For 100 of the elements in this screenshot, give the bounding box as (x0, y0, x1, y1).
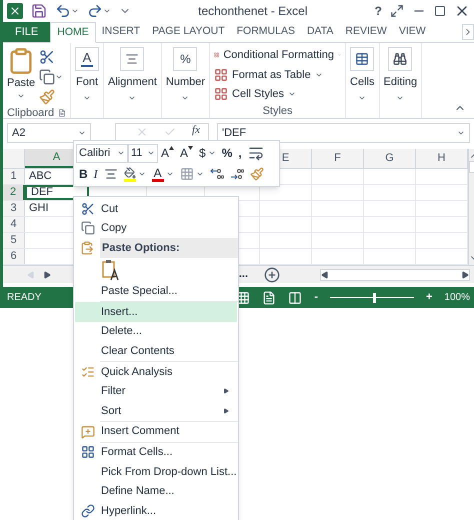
dialog-launcher-icon[interactable] (58, 108, 66, 118)
cancel-icon (136, 126, 148, 138)
menu-item[interactable]: Insert Comment (75, 422, 237, 442)
table-style-icon (214, 68, 228, 82)
redo-icon[interactable] (87, 3, 103, 19)
grid-icon (180, 167, 194, 181)
copy-icon[interactable] (39, 69, 56, 85)
font-color-button[interactable]: A (148, 164, 177, 184)
column-header[interactable]: G (364, 149, 416, 168)
grow-font-button[interactable]: A (158, 143, 178, 163)
ribbon-tab[interactable]: VIEW (392, 22, 432, 42)
caret-icon (457, 129, 465, 137)
comment-icon (81, 424, 95, 439)
zoom-out-button[interactable]: - (314, 289, 318, 306)
copy-icon (81, 221, 95, 236)
italic-button[interactable]: I (90, 164, 101, 184)
column-header[interactable]: F (312, 149, 364, 168)
help-button[interactable]: ? (374, 2, 382, 20)
currency-button[interactable]: $ (196, 143, 219, 163)
more-sheets-button[interactable]: ... (238, 266, 248, 283)
normal-view-icon[interactable] (236, 290, 250, 304)
caret-icon (147, 149, 155, 157)
binoculars-icon (388, 47, 412, 71)
menu-item[interactable]: Hyperlink... (75, 501, 237, 520)
clipboard-icon (80, 241, 94, 256)
maximize-icon[interactable] (434, 5, 446, 17)
ribbon-tab[interactable]: HOME (50, 22, 96, 43)
row-header[interactable]: 5 (3, 233, 25, 248)
scroll-left-icon (321, 270, 329, 278)
quick-analysis-icon (81, 364, 95, 379)
page-break-icon[interactable] (288, 290, 302, 304)
style-menu-button[interactable]: Format as Table (214, 66, 342, 83)
page-layout-icon[interactable] (262, 290, 276, 304)
menu-item[interactable]: Filter (75, 382, 237, 402)
caret-icon (138, 170, 146, 178)
table-style-icon (214, 87, 228, 102)
ribbon-button[interactable]: A Font (75, 47, 99, 102)
next-sheet-icon[interactable] (43, 270, 51, 278)
menu-item[interactable]: Format Cells... (75, 442, 237, 462)
ribbon-tab[interactable]: FORMULAS (230, 22, 301, 42)
file-tab[interactable]: FILE (3, 22, 50, 42)
caret-icon (196, 170, 204, 178)
menu-item[interactable]: Clear Contents (75, 341, 237, 362)
format-button[interactable]: % (218, 143, 236, 163)
scroll-right-icon[interactable] (462, 24, 474, 40)
submenu-arrow-icon (223, 408, 229, 414)
zoom-slider[interactable] (330, 292, 414, 302)
ribbon-button[interactable]: Editing (384, 47, 418, 102)
format-painter-icon[interactable] (39, 89, 56, 105)
increase-decimal-icon (210, 168, 224, 180)
font-name-field[interactable]: Calibri (76, 144, 128, 162)
new-sheet-icon[interactable] (264, 266, 280, 282)
ribbon-tab[interactable]: PAGE LAYOUT (146, 22, 231, 42)
status-text: READY (7, 291, 42, 305)
group-label: Clipboard (7, 106, 54, 121)
style-menu-button[interactable]: Cell Styles (214, 86, 342, 102)
window-title: techonthenet - Excel (197, 3, 309, 20)
menu-item[interactable]: Paste Special... (75, 281, 237, 302)
ribbon-tab[interactable]: REVIEW (339, 22, 393, 42)
zoom-thumb[interactable] (372, 292, 376, 302)
scissors-icon (81, 202, 95, 216)
menu-item[interactable]: Copy (75, 218, 237, 238)
font-size-field[interactable]: 11 (128, 144, 158, 162)
ribbon-button[interactable]: Cells (350, 47, 374, 102)
row-header[interactable]: 4 (3, 217, 25, 232)
app-logo-icon (7, 3, 23, 19)
submenu-arrow-icon (223, 388, 229, 394)
paste-button[interactable]: Paste (7, 47, 36, 105)
undo-icon[interactable] (55, 3, 71, 19)
menu-item[interactable]: Quick Analysis (75, 362, 237, 382)
menu-item[interactable]: Sort (75, 401, 237, 421)
up-triangle-icon (169, 146, 174, 150)
ribbon-tab[interactable]: INSERT (96, 22, 146, 42)
horizontal-scrollbar[interactable] (320, 268, 470, 280)
caret-icon (55, 73, 64, 81)
ribbon-display-icon[interactable] (390, 4, 404, 18)
menu-item[interactable]: Define Name... (75, 482, 237, 502)
function-label[interactable]: fx (192, 125, 200, 136)
shrink-font-button[interactable]: A (177, 143, 196, 163)
row-header[interactable]: 6 (3, 249, 25, 264)
menu-section-header: Paste Options: (100, 238, 238, 258)
caret-icon (103, 7, 111, 15)
ribbon-button[interactable]: % Number (166, 47, 206, 102)
save-icon[interactable] (31, 3, 47, 19)
menu-item[interactable]: Insert... (75, 302, 237, 322)
ribbon-button[interactable]: Alignment (108, 47, 157, 102)
row-header[interactable]: 1 (3, 169, 25, 184)
ribbon-tab[interactable]: DATA (300, 22, 340, 42)
caret-icon (208, 149, 216, 157)
menu-item[interactable]: Delete... (75, 322, 237, 342)
row-header[interactable]: 3 (3, 201, 25, 216)
cut-icon[interactable] (39, 49, 56, 65)
style-menu-button[interactable]: Conditional Formatting (214, 47, 342, 64)
format-cells-icon (81, 445, 95, 460)
menu-item[interactable]: Pick From Drop-down List... (75, 462, 237, 482)
row-header[interactable]: 2 (3, 185, 25, 200)
caret-icon (71, 7, 79, 15)
zoom-in-button[interactable]: + (426, 289, 432, 306)
down-triangle-icon (188, 146, 194, 150)
format-button[interactable]: , (235, 143, 245, 163)
